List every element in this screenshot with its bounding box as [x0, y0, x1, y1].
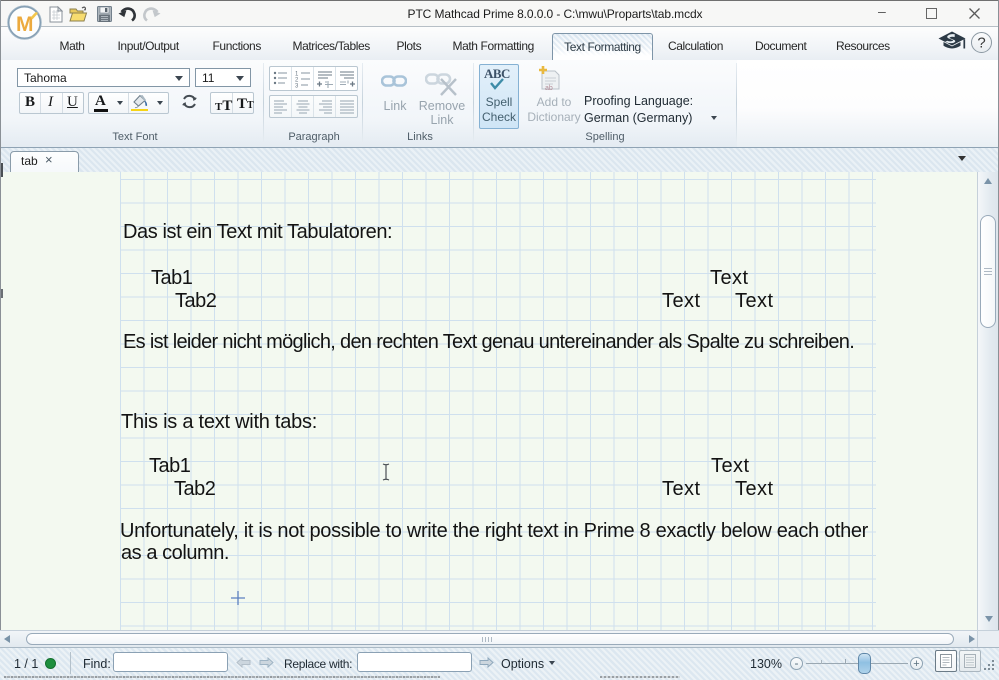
svg-text:ab: ab — [545, 85, 553, 92]
svg-text:3: 3 — [295, 84, 299, 90]
svg-text:M: M — [16, 13, 34, 36]
svg-text:?: ? — [977, 35, 985, 52]
